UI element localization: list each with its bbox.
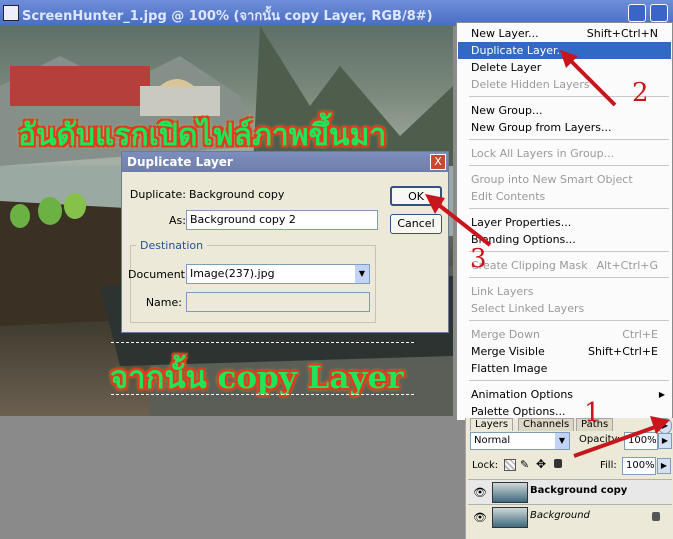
duplicate-value: Background copy [189,188,285,201]
as-label: As: [169,214,186,227]
menu-separator [469,380,669,381]
annotation-step-2: 2 [632,78,649,108]
submenu-arrow-icon: ▶ [658,390,665,399]
tab-channels[interactable]: Channels [518,418,575,431]
workspace-background [0,416,465,539]
lock-move-icon[interactable]: ✥ [536,457,546,471]
menu-item-link-layers: Link Layers [471,285,534,298]
eye-icon[interactable]: 👁 [473,511,487,524]
layer-row[interactable]: 👁 Background [468,504,672,528]
menu-item-group-into-smart-object: Group into New Smart Object [471,173,633,186]
annotation-arrow-3 [425,194,492,247]
menu-separator [469,251,669,252]
menu-item-flatten-image[interactable]: Flatten Image [458,360,671,377]
minimize-button[interactable] [628,4,646,22]
menu-item-create-clipping-mask: Create Clipping Mask Alt+Ctrl+G [471,259,658,272]
eye-icon[interactable]: 👁 [473,486,487,499]
photoshop-document-icon [3,5,19,21]
lock-label: Lock: [472,460,499,471]
menu-separator [469,208,669,209]
selection-marquee-bottom [111,394,414,395]
tab-layers[interactable]: Layers [470,418,514,431]
blend-mode-value: Normal [474,435,511,446]
menu-separator [469,277,669,278]
lock-brush-icon[interactable]: ✎ [520,458,529,471]
destination-legend: Destination [136,239,208,252]
lock-transparency-icon[interactable] [504,459,516,471]
menu-separator [469,165,669,166]
menu-item-merge-down: Merge Down Ctrl+E [471,328,658,341]
layer-thumbnail [492,482,528,503]
lock-all-icon[interactable] [554,459,562,468]
layer-row[interactable]: 👁 Background copy [468,479,672,503]
blend-mode-select[interactable]: Normal ▼ [470,432,570,450]
name-input[interactable] [186,292,370,312]
menu-separator [469,139,669,140]
layer-name: Background [530,510,590,521]
menu-item-animation-options[interactable]: Animation Options ▶ [458,386,671,403]
menu-item-new-layer[interactable]: New Layer... Shift+Ctrl+N [458,25,671,42]
selection-marquee-top [111,342,414,343]
layer-name: Background copy [530,485,628,496]
layer-thumbnail [492,507,528,528]
duplicate-layer-dialog: Duplicate Layer X Duplicate: Background … [121,151,449,333]
menu-separator [469,320,669,321]
menu-item-new-group-from-layers[interactable]: New Group from Layers... [458,119,671,136]
document-label: Document: [128,268,189,281]
menu-item-select-linked-layers: Select Linked Layers [471,302,585,315]
document-select[interactable]: Image(237).jpg ▼ [186,264,370,284]
annotation-step-3: 3 [470,244,487,274]
annotation-arrow-2 [560,50,617,107]
dialog-title: Duplicate Layer [122,152,448,172]
document-select-value: Image(237).jpg [190,267,275,280]
as-input[interactable]: Background copy 2 [186,210,378,230]
dialog-close-button[interactable]: X [430,154,446,170]
lock-icon [652,512,660,521]
menu-item-merge-visible[interactable]: Merge Visible Shift+Ctrl+E [458,343,671,360]
maximize-button[interactable] [650,4,668,22]
chevron-down-icon[interactable]: ▼ [355,265,369,283]
name-label: Name: [145,296,182,309]
chevron-down-icon[interactable]: ▼ [555,433,569,449]
menu-item-lock-all-layers: Lock All Layers in Group... [471,147,615,160]
duplicate-label: Duplicate: [129,188,186,201]
annotation-step-1: 1 [584,398,601,428]
window-title: ScreenHunter_1.jpg @ 100% (จากนั้น copy … [22,9,433,24]
